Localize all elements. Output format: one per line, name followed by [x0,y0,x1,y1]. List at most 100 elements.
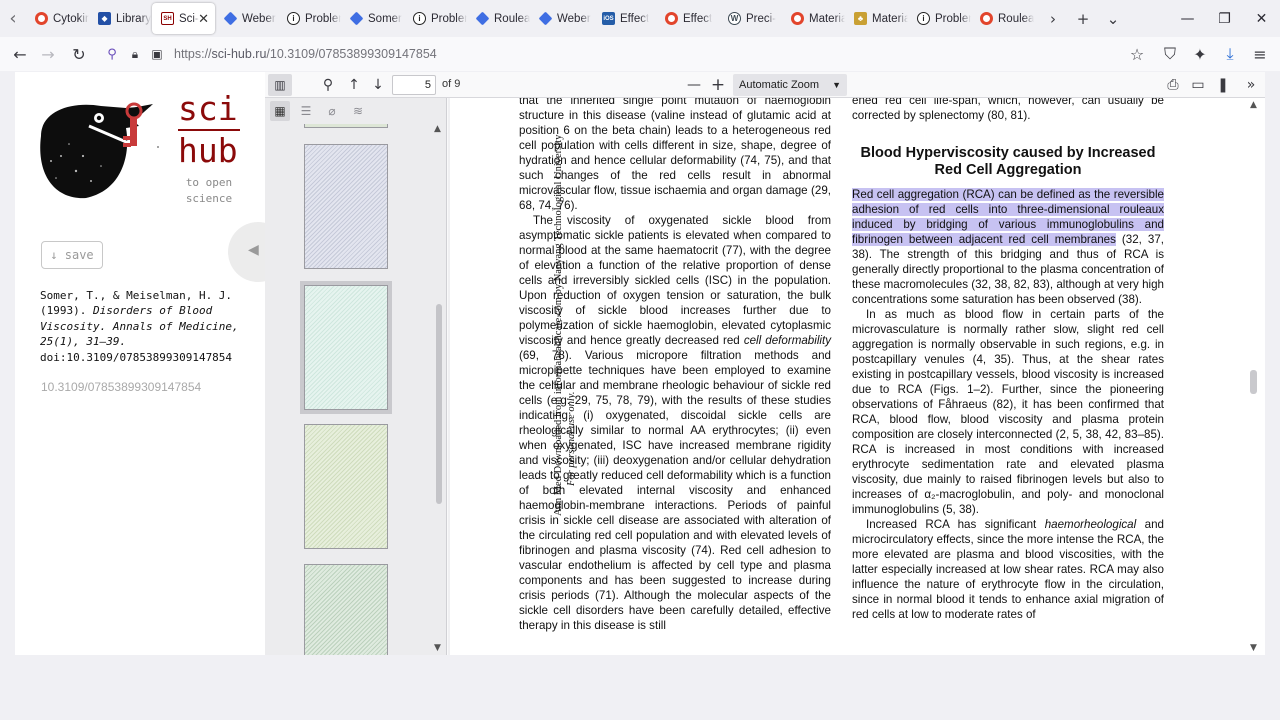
scroll-down-icon[interactable]: ▼ [434,643,441,653]
tab[interactable]: Weber [530,0,593,37]
tab-title: Rouleaux [998,12,1034,25]
scihub-sidebar: sci hub to open science ↓ save Somer, T.… [15,72,265,655]
zoom-out-icon[interactable]: — [682,72,706,98]
thumbnail-scroll-thumb[interactable] [436,304,442,504]
tab-title: Weber [557,12,591,25]
document-scroll-thumb[interactable] [1250,370,1257,394]
forward-arrow-icon[interactable]: → [33,39,63,69]
text-column-left: that the inherited single point mutation… [519,98,831,633]
tab-title: Sci-Hub [179,12,199,25]
outline-view-icon[interactable]: ☰ [296,101,316,121]
logo-text-sci: sci [178,89,238,128]
tab[interactable]: i Problem [908,0,971,37]
opera-favicon-icon [791,12,804,25]
tools-menu-icon[interactable]: » [1239,72,1263,98]
zoom-value: Automatic Zoom [739,79,820,91]
tab[interactable]: i Problem [278,0,341,37]
opera-favicon-icon [35,12,48,25]
tab-title: Problem [305,12,341,25]
mat-favicon-icon: ♣ [854,12,867,25]
previous-page-icon[interactable]: ↑ [342,72,366,98]
tab[interactable]: Material [782,0,845,37]
tab-title: Material [809,12,845,25]
page-number-input[interactable]: 5 [392,75,436,95]
text-column-right: ened red cell life-span, which, however,… [852,98,1164,622]
tagline: to open science [185,176,233,205]
scihub-raven-logo[interactable] [31,96,161,201]
tab-title: Effect [683,12,713,25]
tab[interactable]: Cytokines [26,0,89,37]
pdf-viewer: ▥ ⚲ ↑ ↓ 5 of 9 — + Automatic Zoom ▼ ⎙ ▭ … [265,72,1265,655]
tab-active[interactable]: SH Sci-Hub✕ [152,3,215,34]
tab-title: Cytokines [53,12,89,25]
tab-scroll-right-icon[interactable]: › [1038,4,1068,34]
tab[interactable]: Effect [656,0,719,37]
left-triangle-icon: ◀ [248,242,259,258]
chevron-down-icon: ▼ [832,80,841,90]
shield-icon[interactable]: ⛉ [1155,39,1185,69]
section-heading: Blood Hyperviscosity caused by Increased… [860,145,1156,178]
tab-strip: ‹ Cytokines⬥LibrarySHSci-Hub✕WeberiProbl… [0,0,1280,37]
new-tab-icon[interactable]: + [1068,4,1098,34]
tab-scroll-left-icon[interactable]: ‹ [0,0,26,37]
tab[interactable]: iOS Effect [593,0,656,37]
page-thumbnail[interactable] [304,124,388,128]
tab[interactable]: Weber [215,0,278,37]
close-tab-icon[interactable]: ✕ [198,11,209,27]
extensions-icon[interactable]: ✦ [1185,39,1215,69]
hamburger-icon[interactable]: ≡ [1245,39,1275,69]
doi-link[interactable]: 10.3109/07853899309147854 [41,380,201,394]
sidebar-icon: ▥ [274,78,286,92]
layers-view-icon[interactable]: ≋ [348,101,368,121]
thumbnail-panel: ▦ ☰ ⌀ ≋ ▲ ▼ [265,98,447,655]
paragraph: that the inherited single point mutation… [519,98,831,212]
save-pdf-icon[interactable]: ▭ [1186,72,1210,98]
thumbnails-view-icon[interactable]: ▦ [270,101,290,121]
tab[interactable]: ♣ Material [845,0,908,37]
zoom-in-icon[interactable]: + [706,72,730,98]
tab[interactable]: W Preci- [719,0,782,37]
list-all-tabs-icon[interactable]: ⌄ [1098,4,1128,34]
close-window-icon[interactable]: ✕ [1243,0,1280,37]
thumbnail-list [265,124,431,655]
tab-title: Problem [431,12,467,25]
tab[interactable]: Somer [341,0,404,37]
star-icon[interactable]: ☆ [1122,39,1152,69]
diamond-favicon-icon [538,11,553,26]
page-thumbnail-current[interactable] [304,285,388,410]
find-icon[interactable]: ⚲ [316,72,340,98]
tab-title: Rouleaux [494,12,530,25]
scroll-up-icon[interactable]: ▲ [1250,100,1257,110]
scroll-up-icon[interactable]: ▲ [434,124,441,134]
page-thumbnail[interactable] [304,564,388,655]
zoom-select[interactable]: Automatic Zoom ▼ [733,74,847,96]
page-thumbnail[interactable] [304,144,388,269]
pdf-toolbar: ▥ ⚲ ↑ ↓ 5 of 9 — + Automatic Zoom ▼ ⎙ ▭ … [265,72,1265,98]
tab[interactable]: ⬥ Library [89,0,152,37]
page-thumbnail[interactable] [304,424,388,549]
bookmark-icon[interactable]: ❚ [1211,72,1235,98]
tab[interactable]: Rouleaux [467,0,530,37]
tab[interactable]: i Problem [404,0,467,37]
thumbnail-scrollbar[interactable]: ▲ ▼ [431,124,447,655]
back-arrow-icon[interactable]: ← [5,39,35,69]
reload-icon[interactable]: ↻ [64,39,94,69]
thumbnail-toolbar: ▦ ☰ ⌀ ≋ [265,98,447,124]
tab[interactable]: Rouleaux [971,0,1034,37]
save-button[interactable]: ↓ save [41,241,103,269]
tab-title: Effect [620,12,650,25]
attachments-view-icon[interactable]: ⌀ [322,101,342,121]
url-bar[interactable]: https:// sci-hub.ru /10.3109/07853899309… [174,41,1184,67]
download-icon[interactable]: ⤓ [1215,39,1245,69]
restore-icon[interactable]: ❐ [1206,0,1243,37]
scroll-down-icon[interactable]: ▼ [1250,643,1257,653]
next-page-icon[interactable]: ↓ [366,72,390,98]
scihub-favicon-icon: SH [161,12,174,25]
minimize-icon[interactable]: — [1169,0,1206,37]
tab-title: Problem [935,12,971,25]
page-content: sci hub to open science ↓ save Somer, T.… [15,72,1265,655]
lib-favicon-icon: ⬥ [98,12,111,25]
document-scrollbar[interactable]: ▲ ▼ [1236,98,1265,655]
print-icon[interactable]: ⎙ [1161,72,1185,98]
paragraph: Increased RCA has significant haemorheol… [852,518,1164,621]
